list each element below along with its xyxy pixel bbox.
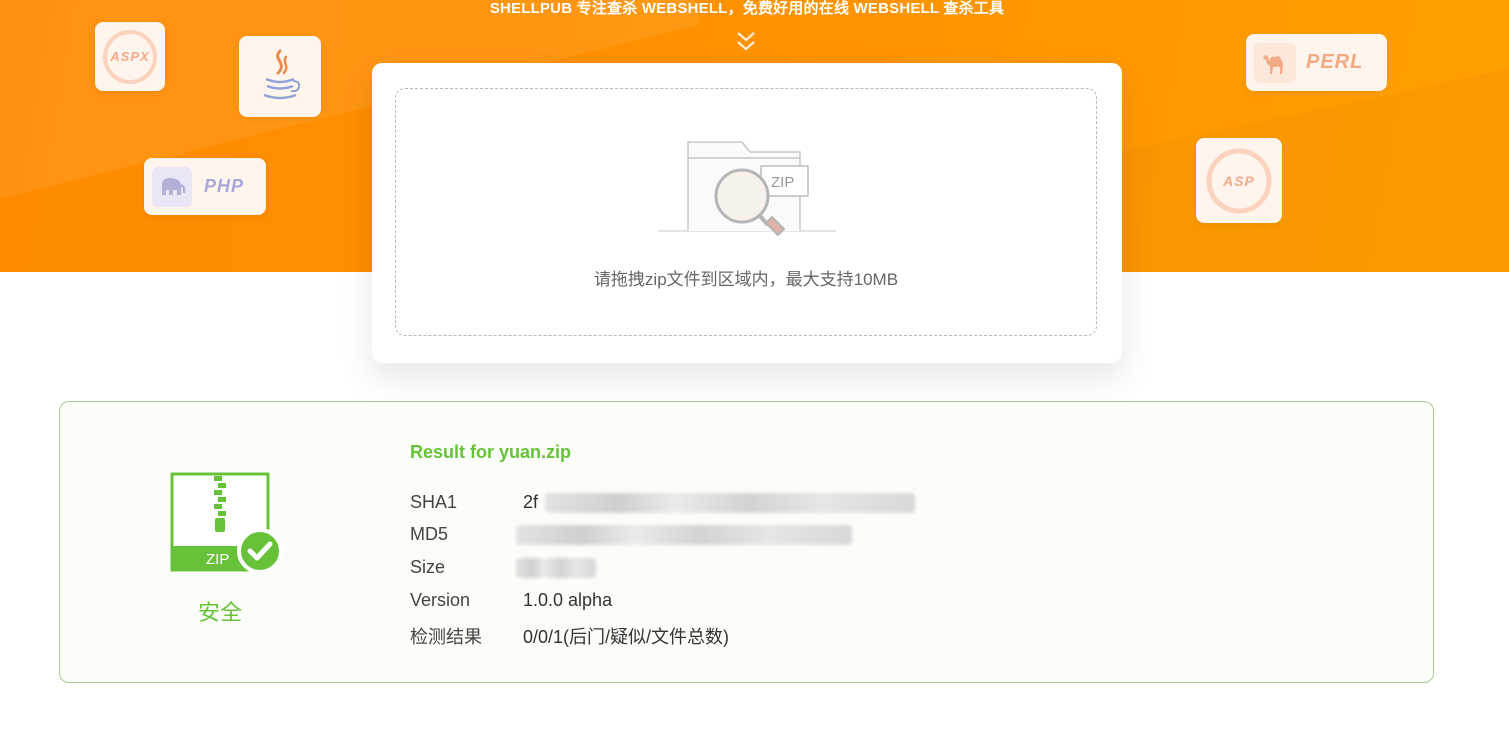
zip-search-illustration: ZIP bbox=[658, 141, 836, 237]
row-key: Size bbox=[410, 557, 446, 577]
perl-label: PERL bbox=[1306, 51, 1364, 73]
redacted-value bbox=[516, 558, 596, 579]
php-badge: PHP bbox=[144, 158, 266, 215]
row-key: SHA1 bbox=[410, 492, 458, 512]
aspx-badge: ASPX bbox=[95, 22, 165, 91]
result-title: Result for yuan.zip bbox=[410, 442, 572, 462]
row-key: MD5 bbox=[410, 524, 449, 544]
file-dropzone[interactable]: ZIP 请拖拽zip文件到区域内，最大支持10MB bbox=[395, 88, 1097, 336]
php-label: PHP bbox=[204, 176, 245, 196]
zip-icon-text: ZIP bbox=[206, 551, 229, 568]
site-tagline: SHELLPUB 专注查杀 WEBSHELL，免费好用的在线 WEBSHELL … bbox=[489, 0, 1005, 17]
aspx-label: ASPX bbox=[110, 49, 150, 64]
row-value: 0/0/1(后门/疑似/文件总数) bbox=[523, 627, 730, 647]
status-label: 安全 bbox=[197, 600, 242, 625]
zip-tag-text: ZIP bbox=[771, 174, 794, 191]
row-value: 1.0.0 alpha bbox=[523, 590, 613, 610]
java-cup-icon bbox=[263, 49, 301, 99]
row-key: Version bbox=[410, 590, 471, 610]
scan-result-card: ZIP 安全 Result for yuan.zip SHA1 2f MD5 S… bbox=[59, 401, 1434, 683]
camel-icon bbox=[1254, 42, 1296, 83]
java-badge bbox=[239, 36, 321, 117]
asp-label: ASP bbox=[1223, 172, 1255, 189]
perl-badge: PERL bbox=[1246, 34, 1387, 91]
redacted-value bbox=[545, 493, 916, 514]
dropzone-hint: 请拖拽zip文件到区域内，最大支持10MB bbox=[593, 270, 899, 289]
asp-badge: ASP bbox=[1196, 138, 1282, 223]
upload-card: ZIP 请拖拽zip文件到区域内，最大支持10MB bbox=[372, 63, 1122, 363]
chevron-down-icon bbox=[737, 32, 755, 51]
zip-safe-icon: ZIP bbox=[170, 472, 283, 574]
elephant-icon bbox=[152, 166, 192, 207]
row-key: 检测结果 bbox=[410, 627, 482, 647]
row-value: 2f bbox=[523, 492, 539, 512]
redacted-value bbox=[516, 525, 852, 546]
